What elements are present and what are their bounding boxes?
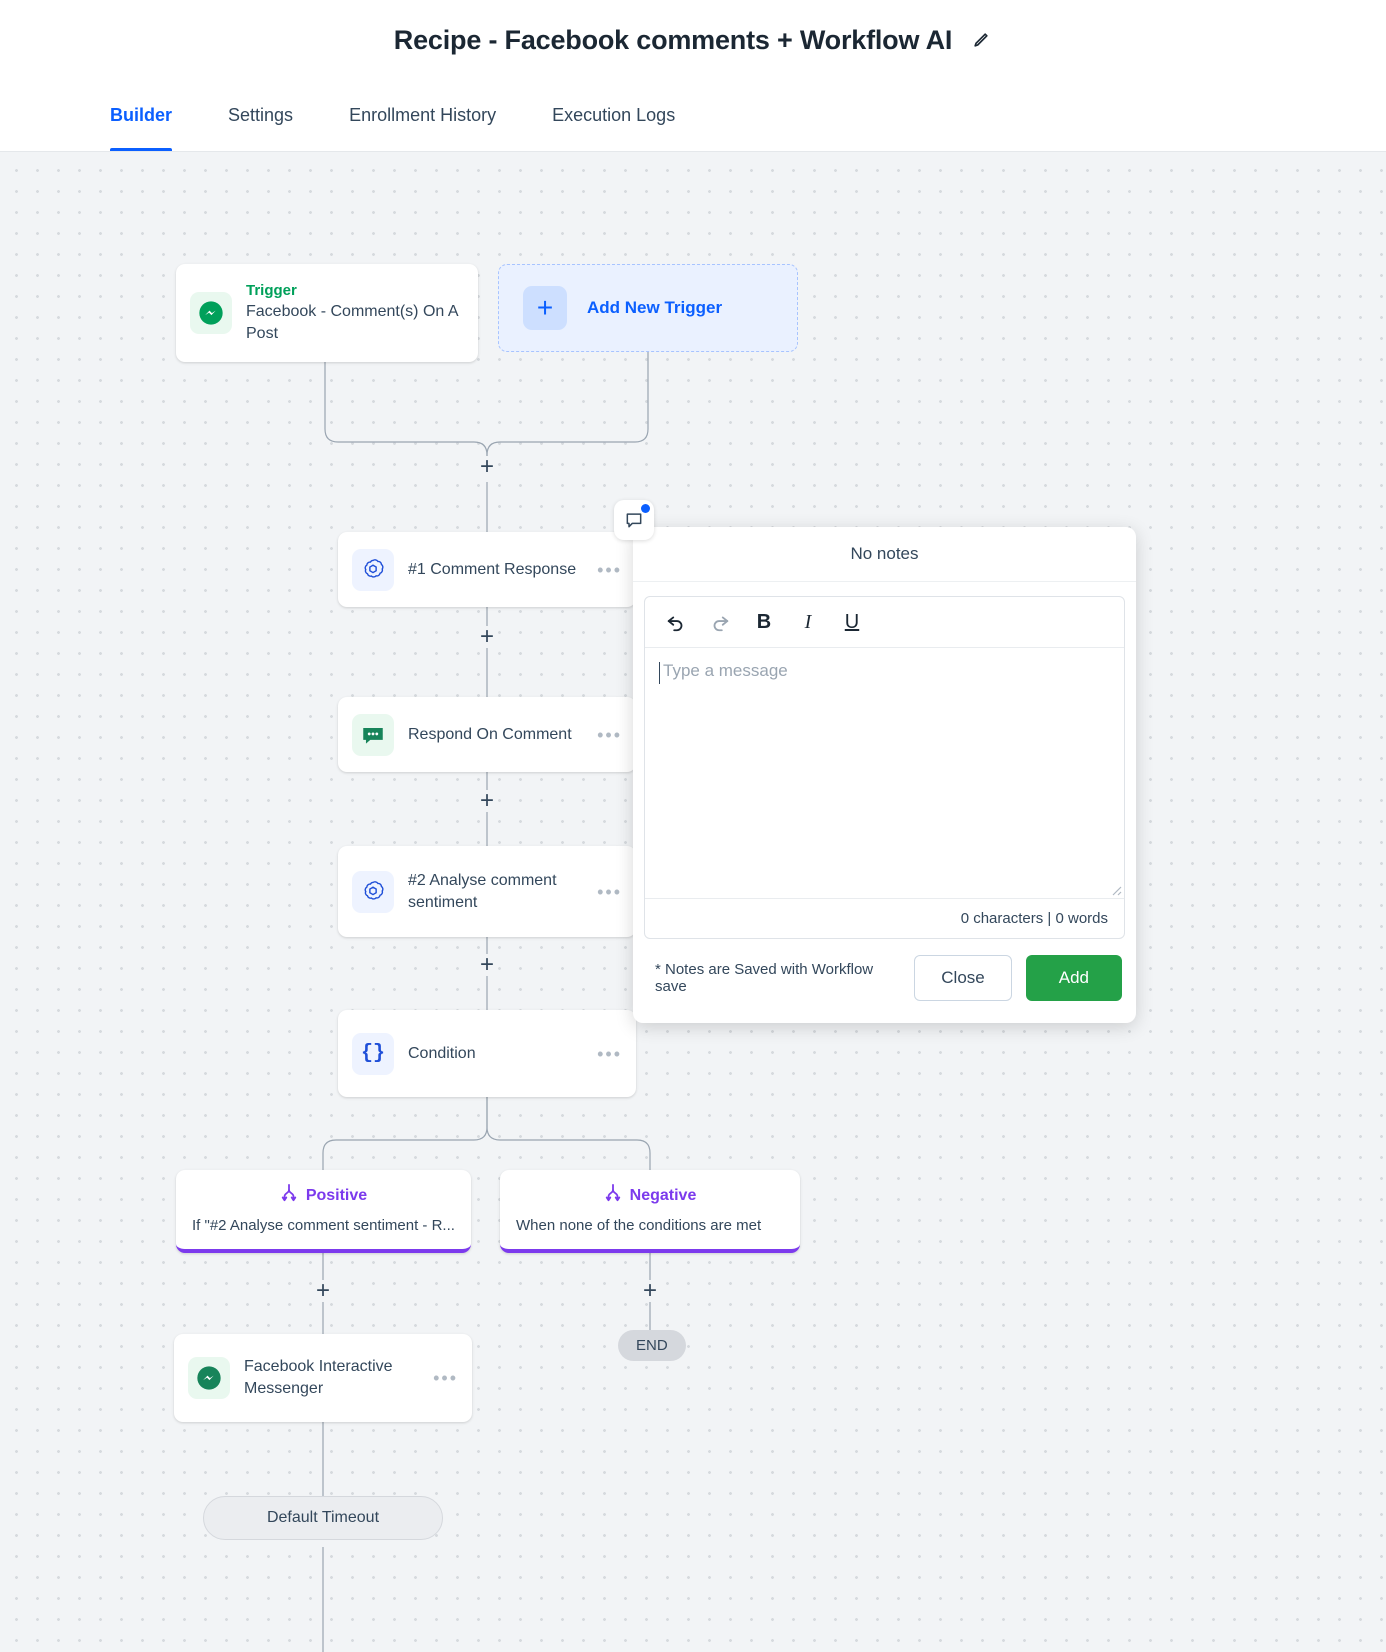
- openai-icon: [352, 548, 394, 591]
- end-pill[interactable]: END: [618, 1330, 686, 1361]
- trigger-node[interactable]: Trigger Facebook - Comment(s) On A Post: [176, 264, 478, 362]
- redo-icon[interactable]: [707, 609, 733, 635]
- trigger-title: Facebook - Comment(s) On A Post: [246, 303, 458, 342]
- underline-icon[interactable]: U: [839, 609, 865, 635]
- bold-glyph: B: [756, 610, 772, 633]
- step-menu-icon[interactable]: •••: [433, 1369, 458, 1387]
- notes-footnote: * Notes are Saved with Workflow save: [655, 961, 874, 995]
- comment-bubble-icon: [352, 713, 394, 756]
- branch-fork-icon: [280, 1183, 298, 1208]
- step-title: Condition: [408, 1044, 476, 1062]
- branch-positive-head: Positive: [192, 1183, 455, 1208]
- add-step-plus-4[interactable]: +: [476, 951, 498, 978]
- messenger-icon: [188, 1357, 230, 1399]
- workflow-canvas[interactable]: Trigger Facebook - Comment(s) On A Post …: [0, 152, 1386, 1652]
- add-new-trigger-button[interactable]: + Add New Trigger: [498, 264, 798, 352]
- notes-textarea[interactable]: Type a message: [645, 648, 1124, 898]
- branch-negative-head: Negative: [516, 1183, 784, 1208]
- step-menu-icon[interactable]: •••: [597, 726, 622, 744]
- italic-icon[interactable]: I: [795, 609, 821, 635]
- tab-builder-label: Builder: [110, 105, 173, 125]
- page-title: Recipe - Facebook comments + Workflow AI: [393, 24, 953, 55]
- branch-card-positive[interactable]: Positive If "#2 Analyse comment sentimen…: [176, 1170, 471, 1253]
- plus-glyph: +: [479, 951, 494, 978]
- step-title: #2 Analyse comment sentiment: [408, 871, 557, 911]
- openai-icon: [352, 870, 394, 913]
- notes-header: No notes: [633, 527, 1136, 582]
- step-node-comment-response[interactable]: #1 Comment Response •••: [338, 532, 636, 607]
- add-trigger-plus: +: [536, 292, 554, 323]
- notes-footer: * Notes are Saved with Workflow save Clo…: [633, 949, 1136, 1023]
- step-menu-icon[interactable]: •••: [597, 561, 622, 579]
- add-trigger-label: Add New Trigger: [587, 298, 723, 317]
- notes-editor[interactable]: B I U Type a message 0 characters | 0 wo…: [644, 596, 1125, 939]
- step-node-respond-on-comment[interactable]: Respond On Comment •••: [338, 697, 636, 772]
- note-unread-dot: [641, 504, 650, 513]
- add-step-plus-positive[interactable]: +: [312, 1277, 334, 1304]
- plus-glyph: +: [315, 1277, 330, 1304]
- tab-bar: Builder Settings Enrollment History Exec…: [0, 80, 1386, 152]
- page-header: Recipe - Facebook comments + Workflow AI: [0, 0, 1386, 80]
- messenger-icon: [190, 292, 232, 334]
- step-node-facebook-interactive-messenger[interactable]: Facebook Interactive Messenger •••: [174, 1334, 472, 1422]
- branch-positive-desc: If "#2 Analyse comment sentiment - R...: [192, 1217, 455, 1234]
- step-title: Facebook Interactive Messenger: [244, 1358, 393, 1397]
- character-counter: 0 characters | 0 words: [645, 898, 1124, 938]
- tab-execution-logs[interactable]: Execution Logs: [552, 80, 675, 151]
- plus-glyph: +: [642, 1277, 657, 1304]
- note-badge-button[interactable]: [614, 500, 654, 540]
- pencil-icon[interactable]: [970, 29, 992, 51]
- tab-execution-logs-label: Execution Logs: [552, 105, 676, 125]
- tab-enrollment-history[interactable]: Enrollment History: [349, 80, 496, 151]
- notes-popover[interactable]: No notes B I U Type a message 0 characte…: [633, 527, 1136, 1023]
- add-button[interactable]: Add: [1025, 955, 1122, 1001]
- step-menu-icon[interactable]: •••: [597, 1045, 622, 1063]
- default-timeout-pill[interactable]: Default Timeout: [203, 1496, 443, 1540]
- step-title: #1 Comment Response: [408, 560, 577, 578]
- resize-handle[interactable]: [1108, 882, 1122, 896]
- branch-negative-label: Negative: [629, 1186, 697, 1204]
- branch-card-negative[interactable]: Negative When none of the conditions are…: [500, 1170, 800, 1253]
- branch-fork-icon: [604, 1183, 622, 1208]
- step-node-analyse-sentiment[interactable]: #2 Analyse comment sentiment •••: [338, 846, 636, 937]
- braces-icon: {}: [352, 1032, 394, 1075]
- step-title: Respond On Comment: [408, 725, 572, 743]
- text-caret: [659, 662, 660, 684]
- add-step-plus-1[interactable]: +: [476, 453, 498, 480]
- plus-glyph: +: [479, 787, 494, 814]
- editor-toolbar: B I U: [645, 597, 1124, 648]
- trigger-kicker: Trigger: [246, 282, 297, 299]
- plus-icon: +: [523, 286, 567, 330]
- notes-placeholder: Type a message: [663, 661, 788, 680]
- tab-builder[interactable]: Builder: [110, 80, 173, 151]
- tab-settings-label: Settings: [228, 105, 294, 125]
- plus-glyph: +: [479, 453, 494, 480]
- plus-glyph: +: [479, 623, 494, 650]
- underline-glyph: U: [844, 610, 860, 633]
- add-step-plus-3[interactable]: +: [476, 787, 498, 814]
- add-step-plus-2[interactable]: +: [476, 623, 498, 650]
- tab-settings[interactable]: Settings: [228, 80, 293, 151]
- branch-negative-desc: When none of the conditions are met: [516, 1217, 762, 1234]
- undo-icon[interactable]: [663, 609, 689, 635]
- step-menu-icon[interactable]: •••: [597, 883, 622, 901]
- bold-icon[interactable]: B: [751, 609, 777, 635]
- close-button[interactable]: Close: [914, 955, 1012, 1001]
- tab-enrollment-history-label: Enrollment History: [349, 105, 497, 125]
- step-node-condition[interactable]: {} Condition •••: [338, 1010, 636, 1097]
- italic-glyph: I: [804, 610, 812, 633]
- branch-positive-label: Positive: [305, 1186, 368, 1204]
- add-step-plus-negative[interactable]: +: [639, 1277, 661, 1304]
